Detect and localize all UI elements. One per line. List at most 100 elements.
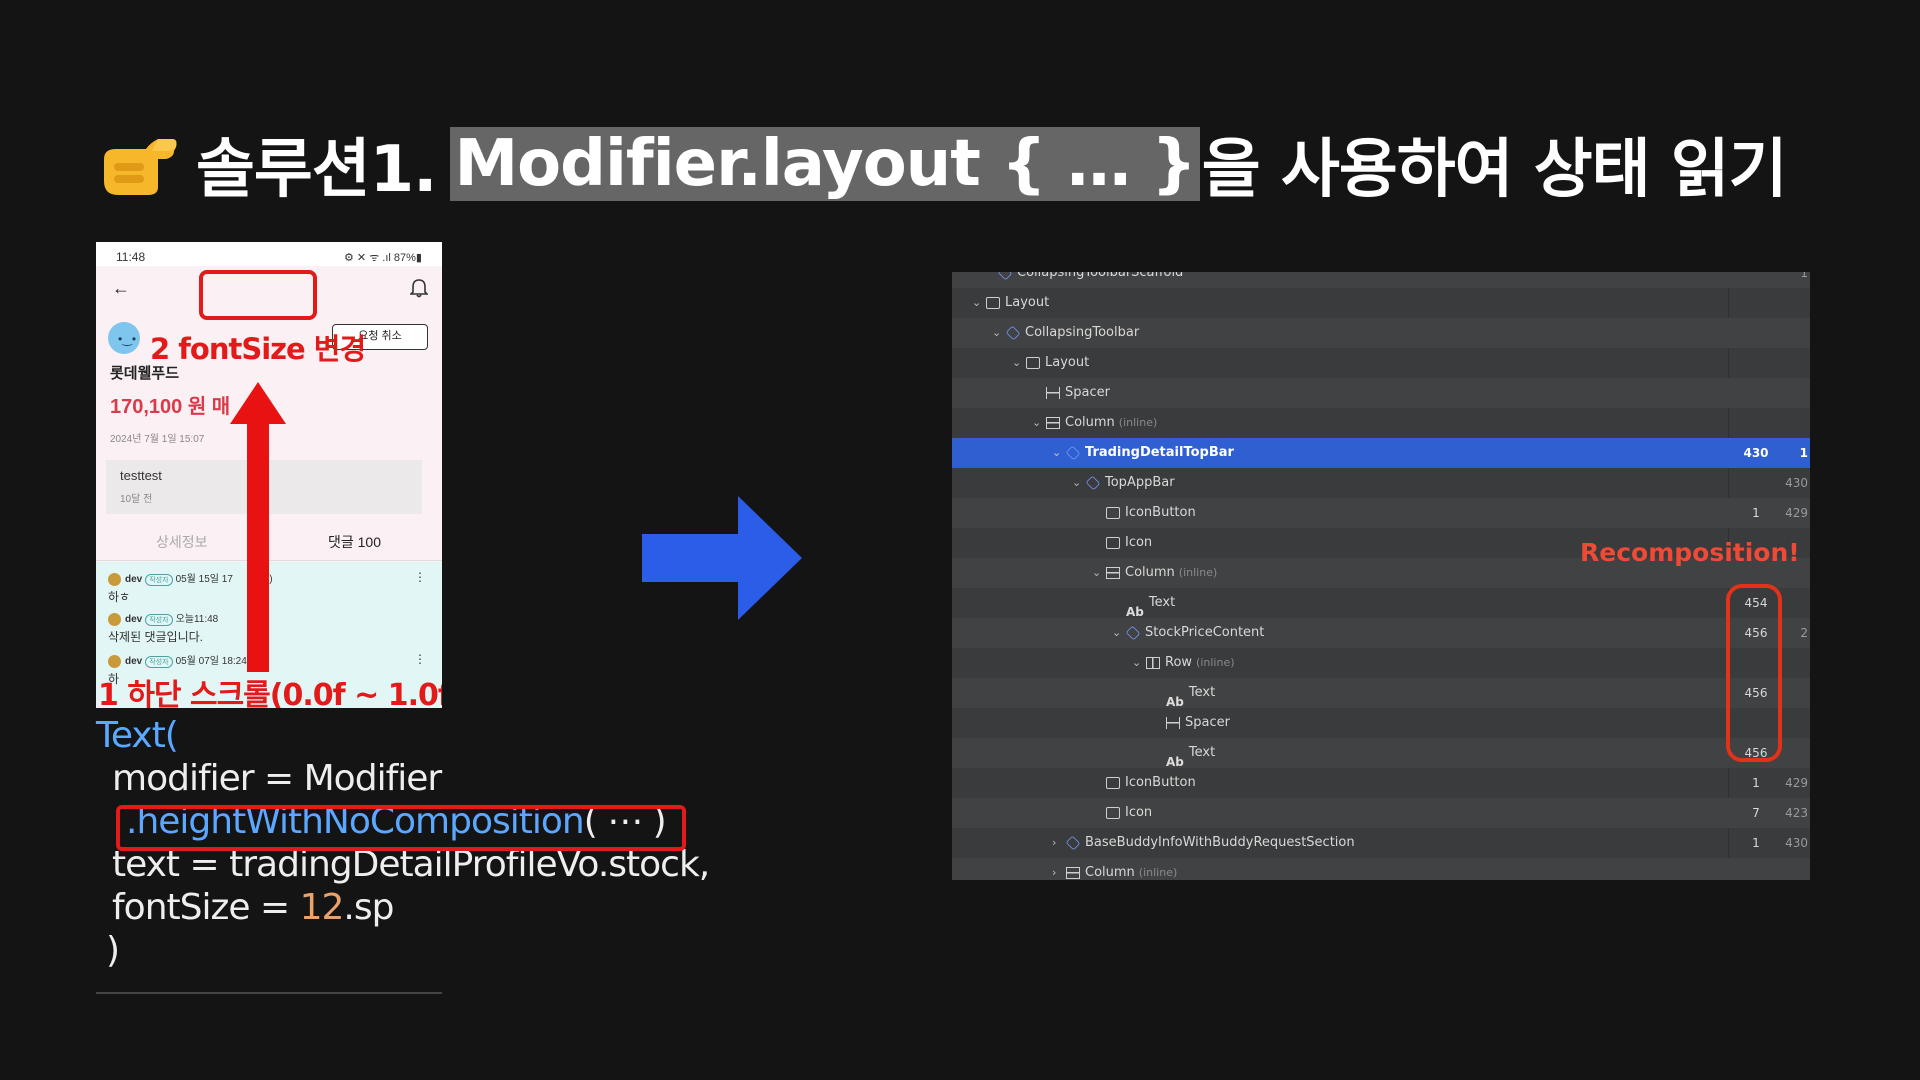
tree-row[interactable]: CollapsingToolbarScaffold 1 [952,272,1810,288]
image-icon [1106,507,1120,519]
tree-row[interactable]: Ab Text 454 [952,588,1810,619]
node-name: IconButton [1125,775,1196,790]
skip-count: 1 [1800,272,1808,280]
tree-node: Ab Text [1152,678,1216,709]
code-line-2: modifier = Modifier [96,757,442,800]
tree-node: ⌄ CollapsingToolbar [992,318,1139,348]
chevron-down-icon[interactable]: ⌄ [1092,558,1106,588]
back-arrow-icon[interactable]: ← [112,278,130,299]
tree-node: Icon [1092,528,1152,558]
tree-row[interactable]: ⌄ Row (inline) [952,648,1810,678]
code-token: 12 [299,887,345,928]
chevron-down-icon[interactable]: ⌄ [1012,348,1026,378]
code-token: .sp [343,887,394,928]
tree-row[interactable]: ⌄ TradingDetailTopBar 430 1 [952,438,1810,468]
inline-tag: (inline) [1178,566,1218,579]
bell-icon[interactable] [410,278,428,298]
annotation-font-size: 2 fontSize 변경 [150,332,366,366]
scroll-up-arrow-icon [230,382,286,672]
annotation-scroll: 1 하단 스크롤(0.0f ~ 1.0f) [98,678,442,708]
chevron-right-icon[interactable]: › [1052,858,1066,880]
node-name: BaseBuddyInfoWithBuddyRequestSection [1085,835,1355,850]
node-name: TopAppBar [1105,475,1175,490]
node-name: Icon [1125,805,1153,820]
tree-node: IconButton [1092,768,1196,798]
tree-row[interactable]: Spacer [952,708,1810,738]
skip-count: 1 [1799,446,1808,460]
tree-row[interactable]: Ab Text 456 [952,678,1810,709]
tree-node: ⌄ Layout [972,288,1049,318]
node-name: Text [1188,685,1216,700]
tree-node: › BaseBuddyInfoWithBuddyRequestSection [1052,828,1355,858]
image-icon [1106,807,1120,819]
tree-row[interactable]: ⌄ Layout [952,348,1810,378]
highlight-box-modifier [116,805,686,851]
recomposition-label: Recomposition! [1580,538,1800,567]
more-options-icon[interactable]: ⋮ [414,570,426,584]
tree-node: ⌄ Layout [1012,348,1089,378]
tree-node: Ab Text [1152,738,1215,769]
comp-icon [1065,445,1081,461]
tab-detail[interactable]: 상세정보 [156,532,208,552]
node-name: CollapsingToolbar [1025,325,1140,340]
author-tag: 작성자 [145,656,173,668]
chevron-down-icon[interactable]: ⌄ [972,288,986,318]
tree-row[interactable]: ⌄ TopAppBar 430 [952,468,1810,498]
message-title: testtest [120,468,162,483]
layout-inspector: CollapsingToolbarScaffold 1 ⌄ Layout ⌄ Collap… [952,272,1810,880]
chevron-down-icon[interactable]: ⌄ [1112,618,1126,648]
box-icon [1026,357,1040,369]
date-text: 2024년 7월 1일 15:07 [110,434,205,445]
chevron-down-icon[interactable]: ⌄ [992,318,1006,348]
tree-row[interactable]: › BaseBuddyInfoWithBuddyRequestSection 1 43… [952,828,1810,858]
tree-row[interactable]: › Column (inline) [952,858,1810,880]
tree-row[interactable]: IconButton 1 429 [952,768,1810,798]
tree-row[interactable]: ⌄ StockPriceContent 456 2 [952,618,1810,648]
text-icon: Ab [1166,695,1184,709]
tree-row[interactable]: Icon 7 423 [952,798,1810,828]
tree-node: Icon [1092,798,1152,828]
tree-row[interactable]: ⌄ Layout [952,288,1810,318]
inline-tag: (inline) [1118,416,1158,429]
node-name: Layout [1005,295,1050,310]
comment-header: dev 작성자 05월 07일 18:24 [108,652,247,668]
code-line-1: Text( [96,715,179,756]
code-token: modifier = [112,758,304,799]
user-avatar-icon [108,612,121,626]
tab-comments[interactable]: 댓글 100 [328,532,381,552]
skip-count: 430 [1785,836,1808,850]
code-line-6: ) [106,930,120,971]
chevron-down-icon[interactable]: ⌄ [1132,648,1146,678]
comp-icon [1125,625,1141,641]
slide-title: 솔루션1. Modifier.layout { … } 을 사용하여 상태 읽기 [100,118,1788,210]
tree-node: ⌄ Column (inline) [1032,408,1157,438]
tree-row[interactable]: ⌄ Column (inline) [952,408,1810,438]
tree-row[interactable]: Ab Text 456 [952,738,1810,769]
node-name: StockPriceContent [1145,625,1265,640]
author-tag: 작성자 [145,614,173,626]
comp-icon [997,272,1013,281]
tree-row[interactable]: Spacer [952,378,1810,408]
node-name: Column [1065,415,1115,430]
chevron-down-icon[interactable]: ⌄ [1052,438,1066,468]
comment-time: 오늘11:48 [175,614,219,625]
tree-row[interactable]: IconButton 1 429 [952,498,1810,528]
title-prefix: 솔루션1. [196,133,437,207]
tree-row[interactable]: ⌄ CollapsingToolbar [952,318,1810,348]
code-line-5: fontSize = 12.sp [96,886,442,929]
node-name: TradingDetailTopBar [1085,445,1234,460]
tree-node: ⌄ Column (inline) [1092,558,1217,588]
message-time: 10달 전 [120,494,153,505]
chevron-right-icon[interactable]: › [1052,828,1066,858]
skip-count: 430 [1785,476,1808,490]
chevron-down-icon[interactable]: ⌄ [1032,408,1046,438]
chevron-down-icon[interactable]: ⌄ [1072,468,1086,498]
comp-icon [1065,835,1081,851]
text-icon: Ab [1166,755,1184,769]
node-name: Icon [1125,535,1153,550]
image-icon [1106,777,1120,789]
more-options-icon[interactable]: ⋮ [414,652,426,666]
node-name: Spacer [1185,715,1230,730]
comment-body: 삭제된 댓글입니다. [108,630,203,644]
status-time: 11:48 [116,250,146,264]
